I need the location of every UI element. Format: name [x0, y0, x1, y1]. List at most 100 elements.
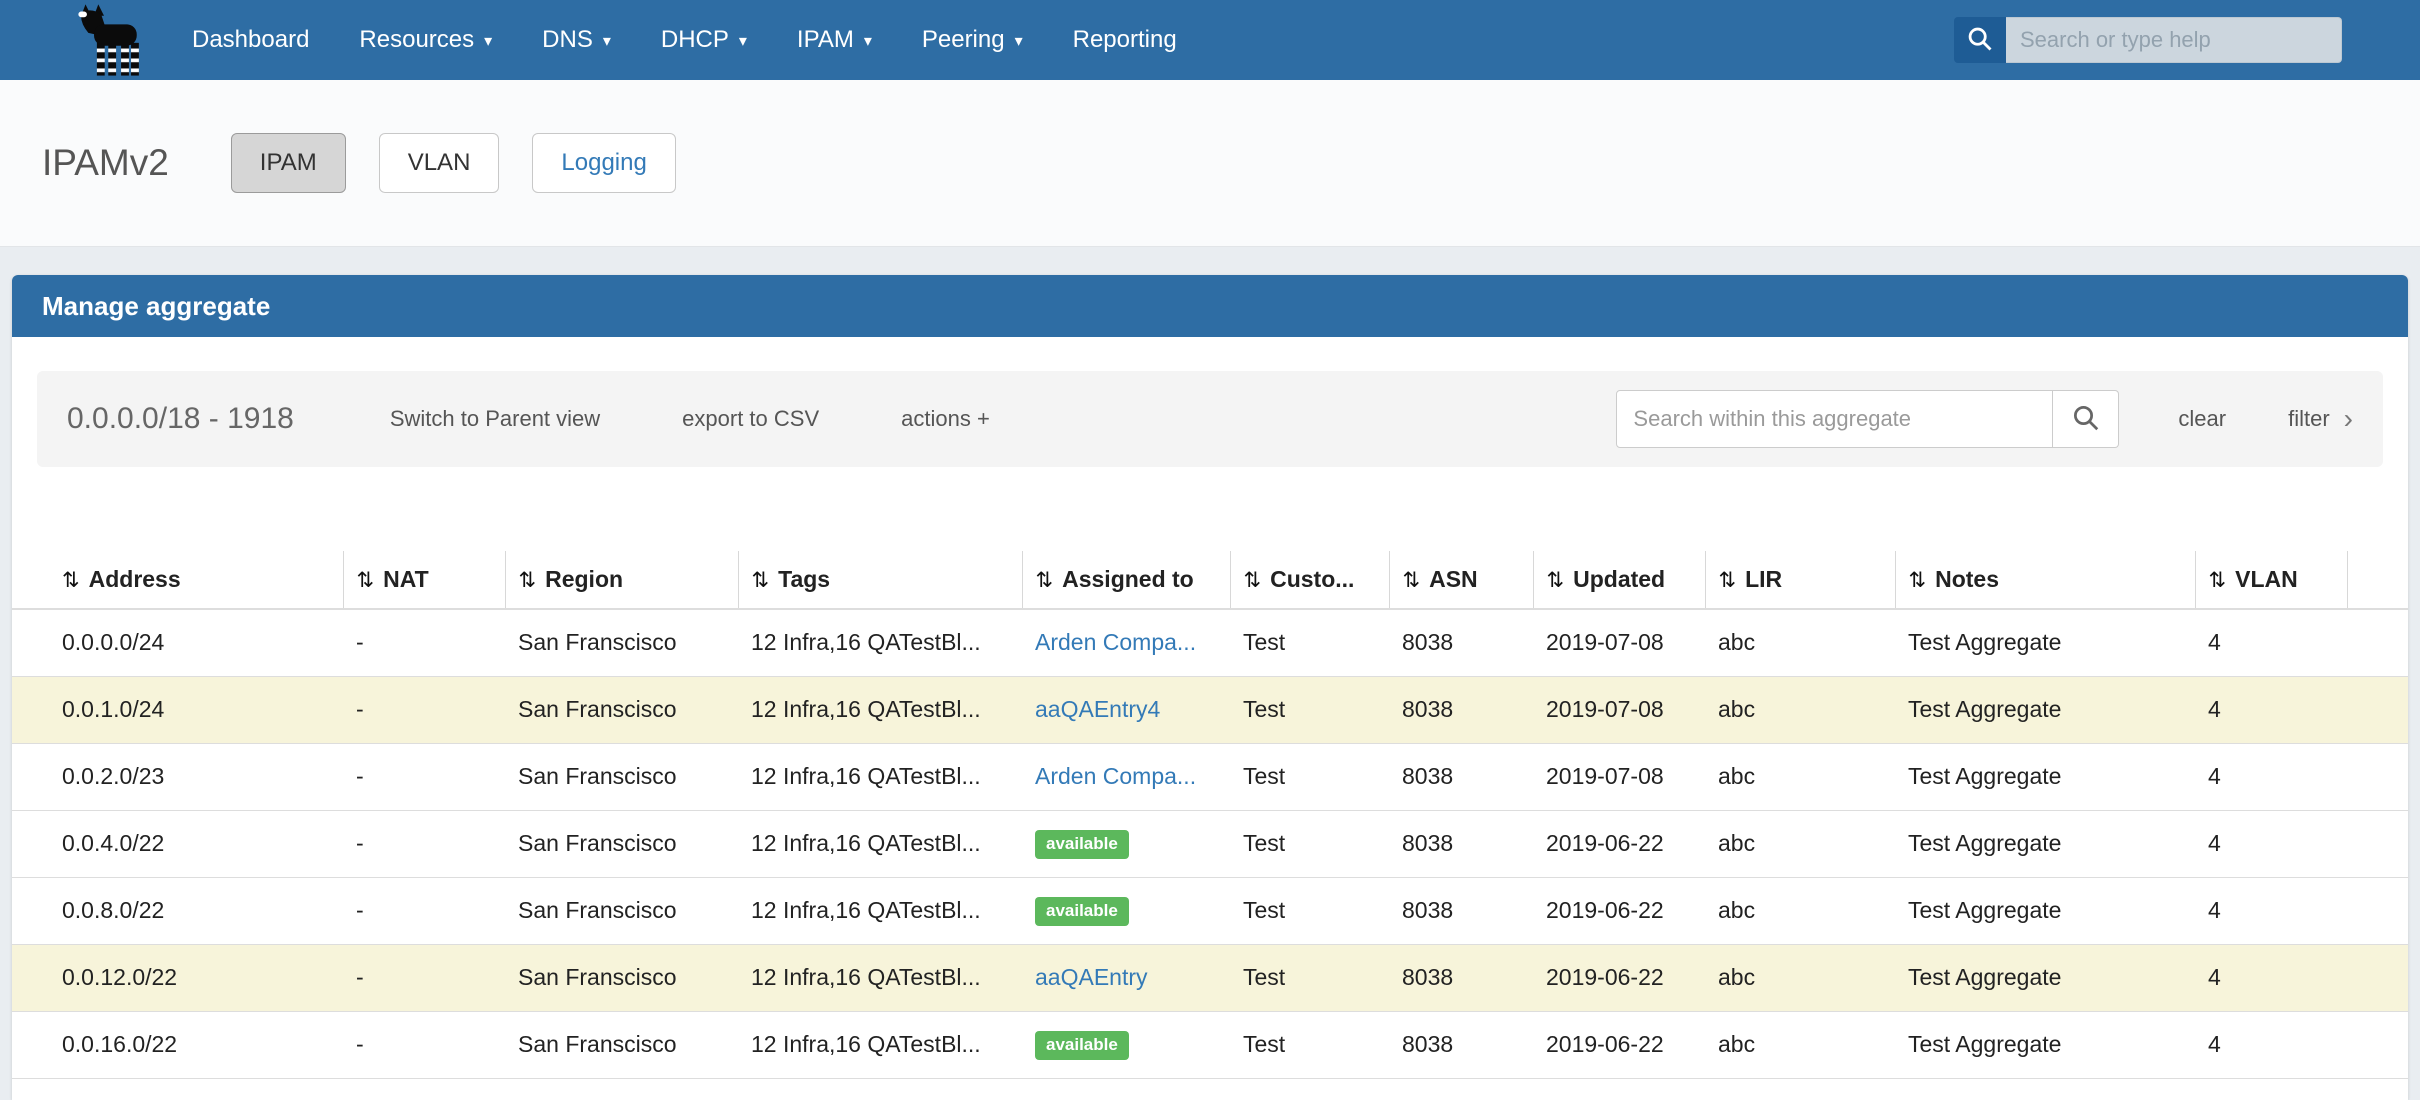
filter-link[interactable]: filter ›: [2288, 405, 2353, 433]
nav-item-ipam[interactable]: IPAM ▾: [772, 26, 897, 54]
available-badge[interactable]: available: [1035, 1031, 1129, 1060]
main-menu: Dashboard Resources ▾ DNS ▾ DHCP ▾ IPAM …: [192, 26, 1202, 54]
cell-region: San Franscisco: [505, 810, 738, 877]
cell-tags: 12 Infra,16 QATestBl...: [738, 944, 1022, 1011]
aggregate-search-button[interactable]: [2053, 390, 2119, 448]
nav-item-dashboard[interactable]: Dashboard: [192, 26, 334, 54]
cell-address: 0.0.2.0/23: [12, 743, 343, 810]
col-header-customer[interactable]: ⇅Custo...: [1230, 551, 1389, 609]
tab-logging[interactable]: Logging: [532, 133, 675, 193]
assigned-link[interactable]: aaQAEntry4: [1035, 696, 1160, 722]
cell-nat: -: [343, 1011, 505, 1078]
cell-notes: Test Aggregate: [1895, 676, 2195, 743]
nav-label: Reporting: [1073, 26, 1177, 54]
clear-link[interactable]: clear: [2178, 406, 2226, 432]
navbar-search-input[interactable]: [2006, 17, 2342, 63]
cell-notes: Test Aggregate: [1895, 810, 2195, 877]
cell-vlan: 4: [2195, 743, 2347, 810]
available-badge[interactable]: available: [1035, 897, 1129, 926]
cell-lir: abc: [1705, 877, 1895, 944]
nav-item-dns[interactable]: DNS ▾: [517, 26, 636, 54]
col-label: Tags: [778, 566, 830, 592]
cell-notes: Test Aggregate: [1895, 743, 2195, 810]
cell-customer: Test: [1230, 877, 1389, 944]
cell-asn: 8038: [1389, 1011, 1533, 1078]
filter-label: filter: [2288, 406, 2330, 432]
switch-parent-view-link[interactable]: Switch to Parent view: [390, 406, 600, 432]
col-header-tags[interactable]: ⇅ Tags: [738, 551, 1022, 609]
cell-clipped: [2347, 944, 2408, 1011]
col-label: Custo...: [1270, 566, 1354, 592]
cell-customer: Test: [1230, 609, 1389, 676]
col-header-address[interactable]: ⇅Address: [12, 551, 343, 609]
cell-customer: Test: [1230, 810, 1389, 877]
col-header-lir[interactable]: ⇅LIR: [1705, 551, 1895, 609]
assigned-link[interactable]: aaQAEntry: [1035, 964, 1148, 990]
cell-lir: abc: [1705, 609, 1895, 676]
col-label: Assigned to: [1062, 566, 1194, 592]
cell-customer: Test: [1230, 1011, 1389, 1078]
panel-body: 0.0.0.0/18 - 1918 Switch to Parent view …: [12, 337, 2408, 1079]
cell-notes: Test Aggregate: [1895, 1011, 2195, 1078]
cell-vlan: 4: [2195, 944, 2347, 1011]
navbar-search-button[interactable]: [1954, 17, 2006, 63]
cell-tags: 12 Infra,16 QATestBl...: [738, 609, 1022, 676]
col-header-updated[interactable]: ⇅Updated: [1533, 551, 1705, 609]
aggregate-search-input[interactable]: [1616, 390, 2053, 448]
col-header-assigned-to[interactable]: ⇅Assigned to: [1022, 551, 1230, 609]
table-row: 0.0.1.0/24 - San Franscisco 12 Infra,16 …: [12, 676, 2408, 743]
nav-label: DHCP: [661, 26, 729, 54]
cell-asn: 8038: [1389, 609, 1533, 676]
actions-menu-link[interactable]: actions +: [901, 406, 990, 432]
table-row: 0.0.4.0/22 - San Franscisco 12 Infra,16 …: [12, 810, 2408, 877]
sort-icon: ⇅: [1719, 569, 1737, 592]
nav-item-dhcp[interactable]: DHCP ▾: [636, 26, 772, 54]
tab-ipam[interactable]: IPAM: [231, 133, 346, 193]
cell-assigned: Arden Compa...: [1022, 743, 1230, 810]
assigned-link[interactable]: Arden Compa...: [1035, 629, 1196, 655]
assigned-link[interactable]: Arden Compa...: [1035, 763, 1196, 789]
cell-notes: Test Aggregate: [1895, 944, 2195, 1011]
cell-region: San Franscisco: [505, 877, 738, 944]
panel-header: Manage aggregate: [12, 275, 2408, 337]
col-header-vlan[interactable]: ⇅VLAN: [2195, 551, 2347, 609]
nav-item-peering[interactable]: Peering ▾: [897, 26, 1048, 54]
cell-updated: 2019-06-22: [1533, 877, 1705, 944]
sort-icon: ⇅: [62, 569, 80, 592]
aggregate-toolbar: 0.0.0.0/18 - 1918 Switch to Parent view …: [37, 371, 2383, 467]
nav-item-reporting[interactable]: Reporting: [1048, 26, 1202, 54]
tab-vlan[interactable]: VLAN: [379, 133, 500, 193]
okapi-logo-icon[interactable]: [56, 2, 152, 78]
sort-icon: ⇅: [752, 569, 770, 592]
caret-down-icon: ▾: [1015, 34, 1023, 50]
search-icon: [2071, 403, 2101, 436]
col-header-asn[interactable]: ⇅ASN: [1389, 551, 1533, 609]
cell-nat: -: [343, 609, 505, 676]
cell-address: 0.0.12.0/22: [12, 944, 343, 1011]
cell-customer: Test: [1230, 743, 1389, 810]
cell-assigned: available: [1022, 810, 1230, 877]
cell-region: San Franscisco: [505, 609, 738, 676]
col-header-notes[interactable]: ⇅Notes: [1895, 551, 2195, 609]
col-header-region[interactable]: ⇅Region: [505, 551, 738, 609]
cell-asn: 8038: [1389, 877, 1533, 944]
col-header-nat[interactable]: ⇅NAT: [343, 551, 505, 609]
cell-lir: abc: [1705, 810, 1895, 877]
cell-lir: abc: [1705, 743, 1895, 810]
cell-customer: Test: [1230, 676, 1389, 743]
cell-asn: 8038: [1389, 810, 1533, 877]
cell-region: San Franscisco: [505, 1011, 738, 1078]
cell-tags: 12 Infra,16 QATestBl...: [738, 810, 1022, 877]
caret-down-icon: ▾: [739, 34, 747, 50]
nav-item-resources[interactable]: Resources ▾: [334, 26, 517, 54]
caret-down-icon: ▾: [864, 34, 872, 50]
export-csv-link[interactable]: export to CSV: [682, 406, 819, 432]
available-badge[interactable]: available: [1035, 830, 1129, 859]
cell-nat: -: [343, 877, 505, 944]
cell-tags: 12 Infra,16 QATestBl...: [738, 877, 1022, 944]
cell-address: 0.0.8.0/22: [12, 877, 343, 944]
nav-label: IPAM: [797, 26, 854, 54]
cell-region: San Franscisco: [505, 676, 738, 743]
col-label: Region: [545, 566, 623, 592]
chevron-right-icon: ›: [2344, 405, 2353, 433]
